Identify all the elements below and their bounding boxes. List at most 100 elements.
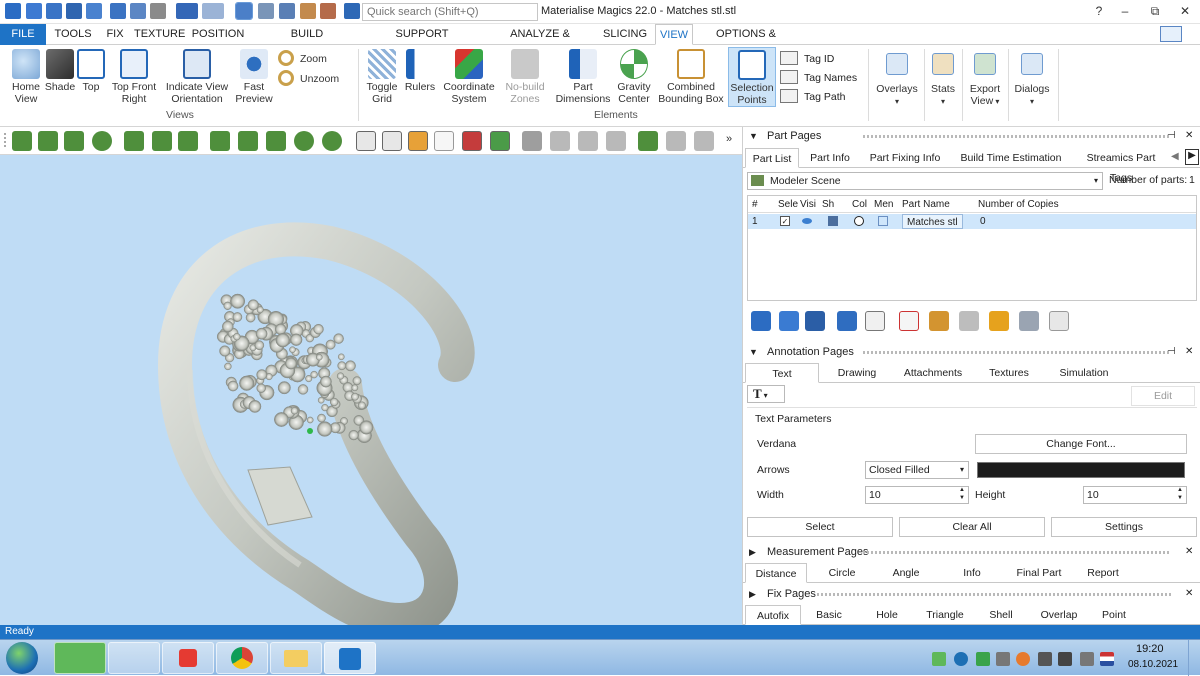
- cube-red-icon[interactable]: [462, 131, 482, 151]
- maximize-button[interactable]: ⧉: [1140, 2, 1170, 20]
- tab-report[interactable]: Report: [1077, 563, 1129, 583]
- change-font-button[interactable]: Change Font...: [975, 434, 1187, 454]
- tab-scroll-right-icon[interactable]: ▶: [1185, 149, 1199, 165]
- tray-magics-icon[interactable]: [932, 652, 946, 666]
- orbit-icon[interactable]: [266, 131, 286, 151]
- table-row[interactable]: 1 ✓ Matches stl 0: [748, 214, 1196, 229]
- selection-points-button[interactable]: Selection Points: [728, 47, 776, 107]
- save-icon[interactable]: [66, 3, 82, 19]
- tab-position[interactable]: POSITION: [190, 24, 246, 45]
- taskbar-yandex-icon[interactable]: [162, 642, 214, 674]
- shade-button[interactable]: Shade: [44, 49, 76, 93]
- taskbar-magics-app-icon[interactable]: [54, 642, 106, 674]
- cube-wire-icon[interactable]: [434, 131, 454, 151]
- spin-icon[interactable]: ▲ ▼: [959, 486, 965, 502]
- panel-close-icon[interactable]: ✕: [1185, 585, 1193, 603]
- view-bottom-icon[interactable]: [152, 131, 172, 151]
- height-stepper[interactable]: 10 ▲ ▼: [1083, 486, 1187, 504]
- quick-search-input[interactable]: [362, 3, 538, 21]
- panel-close-icon[interactable]: ✕: [1185, 543, 1193, 561]
- tab-text[interactable]: Text: [745, 363, 819, 383]
- collapse-icon[interactable]: ▼: [749, 343, 758, 361]
- unzoom-icon[interactable]: [320, 3, 336, 19]
- tab-analyze-report[interactable]: ANALYZE & REPORT: [492, 24, 588, 61]
- remove-part-icon[interactable]: [899, 311, 919, 331]
- tab-options-help[interactable]: OPTIONS & HELP: [704, 24, 788, 61]
- settings-button[interactable]: Settings: [1051, 517, 1197, 537]
- overlays-button[interactable]: Overlays ▾: [876, 49, 918, 108]
- app-icon[interactable]: [5, 3, 21, 19]
- arrow-color-swatch[interactable]: [977, 462, 1185, 478]
- start-orb[interactable]: [6, 642, 38, 674]
- taskbar-yu-app-icon[interactable]: [108, 642, 160, 674]
- pin-icon[interactable]: ⊣: [1167, 127, 1176, 145]
- unzoom-button[interactable]: Unzoom: [278, 70, 348, 88]
- triangle-3-icon[interactable]: [578, 131, 598, 151]
- indicate-view-button[interactable]: Indicate View Orientation: [164, 49, 230, 105]
- tray-wifi-icon[interactable]: [976, 652, 990, 666]
- view-left-icon[interactable]: [64, 131, 84, 151]
- home-view-button[interactable]: Home View: [6, 49, 46, 105]
- tab-build-preparation[interactable]: BUILD PREPARATION: [254, 24, 360, 61]
- tab-angle[interactable]: Angle: [879, 563, 933, 583]
- tray-app-icon[interactable]: [1016, 652, 1030, 666]
- export-icon[interactable]: [130, 3, 146, 19]
- gravity-center-button[interactable]: Gravity Center: [614, 49, 654, 105]
- tab-part-list[interactable]: Part List: [745, 148, 799, 168]
- spin-icon[interactable]: ▲ ▼: [1177, 486, 1183, 502]
- toolbar-overflow-icon[interactable]: »: [726, 133, 732, 145]
- redo-icon[interactable]: [202, 3, 224, 19]
- col-part-name[interactable]: Part Name: [902, 196, 950, 213]
- minimize-button[interactable]: –: [1110, 2, 1140, 20]
- tray-network-icon[interactable]: [954, 652, 968, 666]
- tab-attachments[interactable]: Attachments: [897, 363, 969, 383]
- tab-textures[interactable]: Textures: [979, 363, 1039, 383]
- tab-slicing[interactable]: SLICING: [601, 24, 649, 45]
- box-select-icon[interactable]: [279, 3, 295, 19]
- tab-basic[interactable]: Basic: [805, 605, 853, 625]
- tab-point[interactable]: Point: [1091, 605, 1137, 625]
- triangle-icon[interactable]: [522, 131, 542, 151]
- new-file-icon[interactable]: [26, 3, 42, 19]
- triangle-6-icon[interactable]: [694, 131, 714, 151]
- 3d-viewport[interactable]: [0, 155, 742, 625]
- show-desktop-button[interactable]: [1188, 640, 1200, 676]
- tag-orange-icon[interactable]: [989, 311, 1009, 331]
- expand-icon[interactable]: ▶: [749, 543, 756, 561]
- select-all-icon[interactable]: [805, 311, 825, 331]
- zoom-icon[interactable]: [300, 3, 316, 19]
- layout-icon[interactable]: [1160, 26, 1182, 42]
- tab-shell[interactable]: Shell: [977, 605, 1025, 625]
- volume-icon[interactable]: [1038, 652, 1052, 666]
- cube-blue-icon[interactable]: [837, 311, 857, 331]
- cube-select-2-icon[interactable]: [382, 131, 402, 151]
- width-stepper[interactable]: 10 ▲ ▼: [865, 486, 969, 504]
- tab-view[interactable]: VIEW: [655, 24, 693, 45]
- tab-part-info[interactable]: Part Info: [805, 148, 855, 168]
- tab-drawing[interactable]: Drawing: [827, 363, 887, 383]
- part-pages-header[interactable]: ▼ Part Pages ⊣ ✕: [743, 127, 1200, 145]
- tag-names-button[interactable]: Tag Names: [780, 70, 860, 86]
- col-shade[interactable]: Sh: [822, 196, 834, 213]
- row-select-checkbox[interactable]: ✓: [780, 216, 790, 226]
- col-select[interactable]: Sele: [778, 196, 798, 213]
- language-flag-icon[interactable]: [1100, 652, 1114, 666]
- tab-autofix[interactable]: Autofix: [745, 605, 801, 625]
- edit-button[interactable]: Edit: [1131, 386, 1195, 406]
- add-part-icon[interactable]: [751, 311, 771, 331]
- view-front-icon[interactable]: [12, 131, 32, 151]
- color-circle-icon[interactable]: [854, 216, 864, 226]
- triangle-2-icon[interactable]: [550, 131, 570, 151]
- tab-info[interactable]: Info: [945, 563, 999, 583]
- no-build-zones-button[interactable]: No-build Zones: [502, 49, 548, 105]
- tab-triangle[interactable]: Triangle: [917, 605, 973, 625]
- select-button[interactable]: Select: [747, 517, 893, 537]
- taskbar-chrome-icon[interactable]: [216, 642, 268, 674]
- taskbar-explorer-icon[interactable]: [270, 642, 322, 674]
- pan-icon[interactable]: [238, 131, 258, 151]
- taskbar-materialise-icon[interactable]: [324, 642, 376, 674]
- tab-file[interactable]: FILE: [0, 24, 46, 45]
- wheel-icon[interactable]: [322, 131, 342, 151]
- tab-simulation[interactable]: Simulation: [1049, 363, 1119, 383]
- view-iso-icon[interactable]: [178, 131, 198, 151]
